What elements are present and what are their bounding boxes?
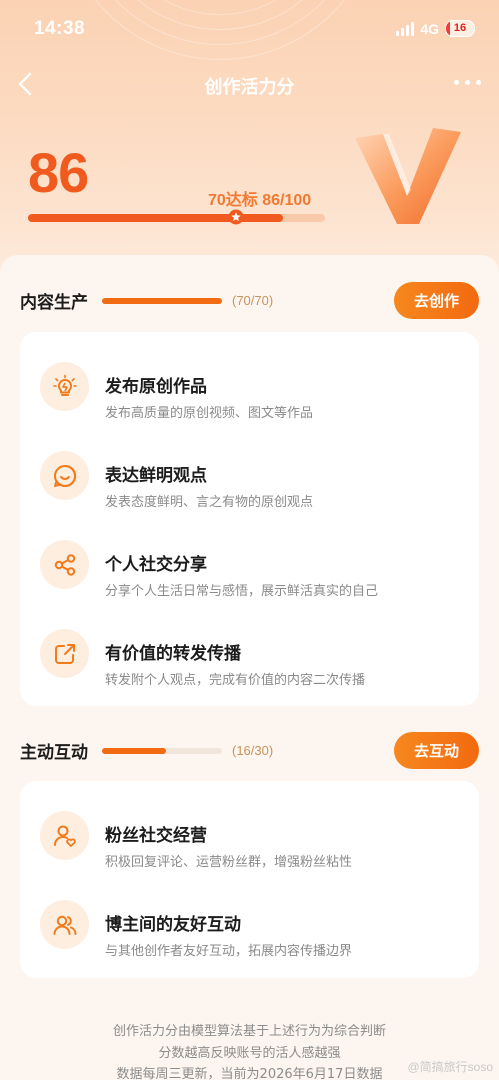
item-title: 表达鲜明观点 [105,466,207,486]
user-heart-icon [40,811,89,860]
lightbulb-icon [40,362,89,411]
list-item[interactable]: 粉丝社交经营 积极回复评论、运营粉丝群，增强粉丝粘性 [20,791,479,880]
item-title: 粉丝社交经营 [105,826,207,846]
item-title: 博主间的友好互动 [105,915,241,935]
item-title: 发布原创作品 [105,377,207,397]
list-item[interactable]: 博主间的友好互动 与其他创作者友好互动，拓展内容传播边界 [20,880,479,969]
item-desc: 积极回复评论、运营粉丝群，增强粉丝粘性 [105,855,353,870]
score-target-text: 70达标 86/100 [208,192,312,209]
item-desc: 分享个人生活日常与感悟，展示鲜活真实的自己 [105,584,379,599]
target-star-icon [228,209,244,225]
score-progress-bar [28,209,325,225]
section-count: (16/30) [232,743,274,758]
watermark-text: @简搞旅行soso [407,1060,493,1074]
more-button[interactable] [454,80,481,85]
footer-line: 创作活力分由模型算法基于上述行为为综合判断 [112,1024,386,1039]
v-badge-icon [355,128,461,224]
battery-level: 16 [453,22,467,34]
section-content-production: 内容生产 (70/70) [20,288,273,313]
section-progress-bar [102,747,222,754]
more-dot-icon [465,80,470,85]
section-progress-fill [102,747,166,754]
interact-button[interactable]: 去互动 [394,732,479,769]
item-title: 有价值的转发传播 [105,644,241,664]
create-button[interactable]: 去创作 [394,282,479,319]
section-count: (70/70) [232,293,274,308]
more-dot-icon [454,80,459,85]
list-item[interactable]: 有价值的转发传播 转发附个人观点，完成有价值的内容二次传播 [20,609,479,698]
smile-bubble-icon [40,451,89,500]
list-item[interactable]: 发布原创作品 发布高质量的原创视频、图文等作品 [20,342,479,431]
list-item[interactable]: 个人社交分享 分享个人生活日常与感悟，展示鲜活真实的自己 [20,520,479,609]
watermark: @简搞旅行soso [407,1058,493,1075]
page-title: 创作活力分 [204,77,295,98]
more-dot-icon [476,80,481,85]
share-icon [40,540,89,589]
section-progress-bar [102,297,222,304]
item-desc: 转发附个人观点，完成有价值的内容二次传播 [105,673,366,688]
battery-icon: 16 [445,20,475,37]
signal-icon [396,21,415,36]
forward-icon [40,629,89,678]
section-progress-fill [102,297,222,304]
status-icons: 4G 16 [396,20,475,37]
list-item[interactable]: 表达鲜明观点 发表态度鲜明、言之有物的原创观点 [20,431,479,520]
item-desc: 与其他创作者友好互动，拓展内容传播边界 [105,944,353,959]
section-active-interaction: 主动互动 (16/30) [20,738,273,763]
status-time: 14:38 [34,18,86,39]
content-production-card: 发布原创作品 发布高质量的原创视频、图文等作品 表达鲜明观点 发表态度鲜明、言之… [20,332,479,706]
score-progress-fill [28,214,284,222]
network-label: 4G [420,20,439,37]
item-desc: 发布高质量的原创视频、图文等作品 [105,406,314,421]
item-desc: 发表态度鲜明、言之有物的原创观点 [105,495,314,510]
section-title: 内容生产 [20,293,88,313]
item-title: 个人社交分享 [105,555,207,575]
users-icon [40,900,89,949]
score-value: 86 [28,141,89,204]
active-interaction-card: 粉丝社交经营 积极回复评论、运营粉丝群，增强粉丝粘性 博主间的友好互动 与其他创… [20,781,479,978]
section-title: 主动互动 [20,743,88,763]
